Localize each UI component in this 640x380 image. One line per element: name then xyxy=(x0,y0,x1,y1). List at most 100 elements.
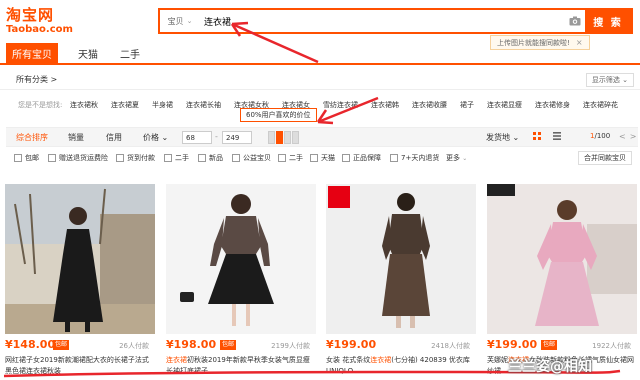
merge-same-items-button[interactable]: 合并同款宝贝 xyxy=(578,151,632,165)
price-range-bars[interactable] xyxy=(268,131,299,144)
title-text: 芙娜妮 xyxy=(487,356,508,364)
checkbox[interactable] xyxy=(164,154,172,162)
ship-from-dropdown[interactable]: 发货地 ⌄ xyxy=(486,132,519,143)
camera-icon[interactable] xyxy=(565,10,585,32)
more-filters-button[interactable]: 更多 ⌄ xyxy=(446,153,467,163)
grid-view-icon[interactable] xyxy=(533,132,541,140)
all-categories-link[interactable]: 所有分类 > xyxy=(16,74,57,85)
filter-label: 包邮 xyxy=(25,154,39,162)
suggestion-item[interactable]: 连衣裙显瘦 xyxy=(487,100,522,110)
view-toggle xyxy=(533,132,561,140)
suggestion-row: 您是不是想找: 连衣裙秋 连衣裙夏 半身裙 连衣裙长袖 连衣裙女秋 连衣裙女 雪纺连衣裙 连衣… xyxy=(0,96,640,114)
next-page-icon[interactable]: > xyxy=(630,132,640,141)
checkbox[interactable] xyxy=(14,154,22,162)
filter-free-shipping[interactable]: 包邮 xyxy=(14,153,39,163)
product-sold-count: 1922人付款 xyxy=(592,342,631,350)
product-image[interactable] xyxy=(326,184,476,334)
filter-label: 二手 xyxy=(175,154,189,162)
checkbox[interactable] xyxy=(48,154,56,162)
filter-cash-on-delivery[interactable]: 货到付款 xyxy=(116,153,155,163)
price-bar[interactable] xyxy=(268,131,275,144)
sort-price[interactable]: 价格 ⌄ xyxy=(143,132,168,143)
suggestion-item[interactable]: 连衣裙修身 xyxy=(535,100,570,110)
sort-price-label: 价格 xyxy=(143,133,159,142)
checkbox[interactable] xyxy=(116,154,124,162)
product-card[interactable]: ¥199.00 2418人付款 女装 花式条纹连衣裙(七分袖) 420839 优… xyxy=(326,184,476,380)
suggestion-item[interactable]: 裙子 xyxy=(460,100,474,110)
suggestion-item[interactable]: 雪纺连衣裙 xyxy=(323,100,358,110)
filter-charity[interactable]: 公益宝贝 xyxy=(232,153,271,163)
filter-tmall[interactable]: 天猫 xyxy=(310,153,335,163)
product-image[interactable] xyxy=(487,184,637,334)
product-sold-count: 2199人付款 xyxy=(271,342,310,350)
product-title[interactable]: 连衣裙初秋装2019年新款早秋季女装气质显瘦长袖打底裙子 xyxy=(166,355,314,377)
price-range-tip: 60%用户喜欢的价位 xyxy=(240,108,317,122)
title-text: 网红裙子女2019新款潮裙配大衣的长裙子法式黑色裙连衣裙秋装 xyxy=(5,356,149,375)
suggestion-item[interactable]: 连衣裙长袖 xyxy=(186,100,221,110)
logo-domain: Taobao.com xyxy=(6,24,73,35)
more-label: 更多 xyxy=(446,154,460,162)
suggestion-item[interactable]: 连衣裙碎花 xyxy=(583,100,618,110)
filter-label: 天猫 xyxy=(321,154,335,162)
filter-new-item[interactable]: 新品 xyxy=(198,153,223,163)
price-bar-active[interactable] xyxy=(276,131,283,144)
tab-second-hand[interactable]: 二手 xyxy=(112,43,148,63)
search-type-dropdown[interactable]: 宝贝 ⌄ xyxy=(160,10,200,32)
product-sold-count: 26人付款 xyxy=(119,342,149,350)
search-bar: 宝贝 ⌄ 搜 索 xyxy=(158,8,633,34)
search-button[interactable]: 搜 索 xyxy=(585,10,631,32)
search-tabs: 所有宝贝 天猫 二手 xyxy=(0,43,640,65)
checkbox[interactable] xyxy=(342,154,350,162)
tab-all-items[interactable]: 所有宝贝 xyxy=(6,43,58,63)
filter-return-insurance[interactable]: 赠送退货运费险 xyxy=(48,153,108,163)
prev-page-icon[interactable]: < xyxy=(619,132,630,141)
sort-credit[interactable]: 信用 xyxy=(106,132,122,143)
checkbox[interactable] xyxy=(310,154,318,162)
price-bar[interactable] xyxy=(284,131,291,144)
suggestion-item[interactable]: 半身裙 xyxy=(152,100,173,110)
suggestion-item[interactable]: 连衣裙韩 xyxy=(371,100,399,110)
filter-genuine[interactable]: 正品保障 xyxy=(342,153,381,163)
filter-checkbox-row: 包邮 赠送退货运费险 货到付款 二手 新品 公益宝贝 二手 天猫 正品保障 7+… xyxy=(6,151,638,167)
filter-label: 货到付款 xyxy=(127,154,155,162)
product-price: ¥198.00 xyxy=(166,338,217,351)
list-view-icon[interactable] xyxy=(553,132,561,140)
suggestion-item[interactable]: 连衣裙夏 xyxy=(111,100,139,110)
logo-text: 淘宝网 xyxy=(6,6,55,24)
checkbox[interactable] xyxy=(232,154,240,162)
page-indicator: 1/100 xyxy=(590,132,610,140)
filter-7day-return[interactable]: 7+天内退货 xyxy=(390,153,439,163)
taobao-logo[interactable]: 淘宝网 Taobao.com xyxy=(6,6,74,36)
product-card[interactable]: ¥148.00 包邮 26人付款 网红裙子女2019新款潮裙配大衣的长裙子法式黑… xyxy=(5,184,155,380)
product-image[interactable] xyxy=(166,184,316,334)
checkbox[interactable] xyxy=(198,154,206,162)
sort-bar: 综合排序 销量 信用 价格 ⌄ 68 - 249 发货地 ⌄ 1/100 <> xyxy=(6,127,638,147)
checkbox[interactable] xyxy=(390,154,398,162)
show-filter-button[interactable]: 显示筛选 ⌄ xyxy=(585,73,634,87)
suggestion-item[interactable]: 连衣裙秋 xyxy=(70,100,98,110)
search-input[interactable] xyxy=(200,10,565,32)
sort-default[interactable]: 综合排序 xyxy=(16,132,48,143)
free-shipping-badge: 包邮 xyxy=(53,340,70,350)
free-shipping-badge: 包邮 xyxy=(220,340,237,350)
filter-second-hand-2[interactable]: 二手 xyxy=(278,153,303,163)
product-card[interactable]: ¥199.00 包邮 1922人付款 芙娜妮连衣裙女秋装新款粉色长裙气质仙女裙网… xyxy=(487,184,637,380)
taobao-search-page: 淘宝网 Taobao.com 宝贝 ⌄ 搜 索 上传图片就能搜同款啦! × 所有… xyxy=(0,0,640,380)
price-max-input[interactable]: 249 xyxy=(222,131,252,144)
filter-second-hand[interactable]: 二手 xyxy=(164,153,189,163)
product-title[interactable]: 女装 花式条纹连衣裙(七分袖) 420839 优衣库UNIQLO xyxy=(326,355,474,377)
price-min-input[interactable]: 68 xyxy=(182,131,212,144)
product-image[interactable] xyxy=(5,184,155,334)
product-card[interactable]: ¥198.00 包邮 2199人付款 连衣裙初秋装2019年新款早秋季女装气质显… xyxy=(166,184,316,380)
tab-tmall[interactable]: 天猫 xyxy=(70,43,106,63)
page-arrows[interactable]: <> xyxy=(619,132,640,141)
product-price: ¥148.00 xyxy=(5,338,56,351)
title-highlight: 连衣裙 xyxy=(166,356,187,364)
filter-label: 赠送退货运费险 xyxy=(59,154,108,162)
search-type-label: 宝贝 xyxy=(167,16,184,26)
product-title[interactable]: 网红裙子女2019新款潮裙配大衣的长裙子法式黑色裙连衣裙秋装 xyxy=(5,355,153,377)
checkbox[interactable] xyxy=(278,154,286,162)
suggestion-item[interactable]: 连衣裙收腰 xyxy=(412,100,447,110)
price-bar[interactable] xyxy=(292,131,299,144)
sort-sales[interactable]: 销量 xyxy=(68,132,84,143)
